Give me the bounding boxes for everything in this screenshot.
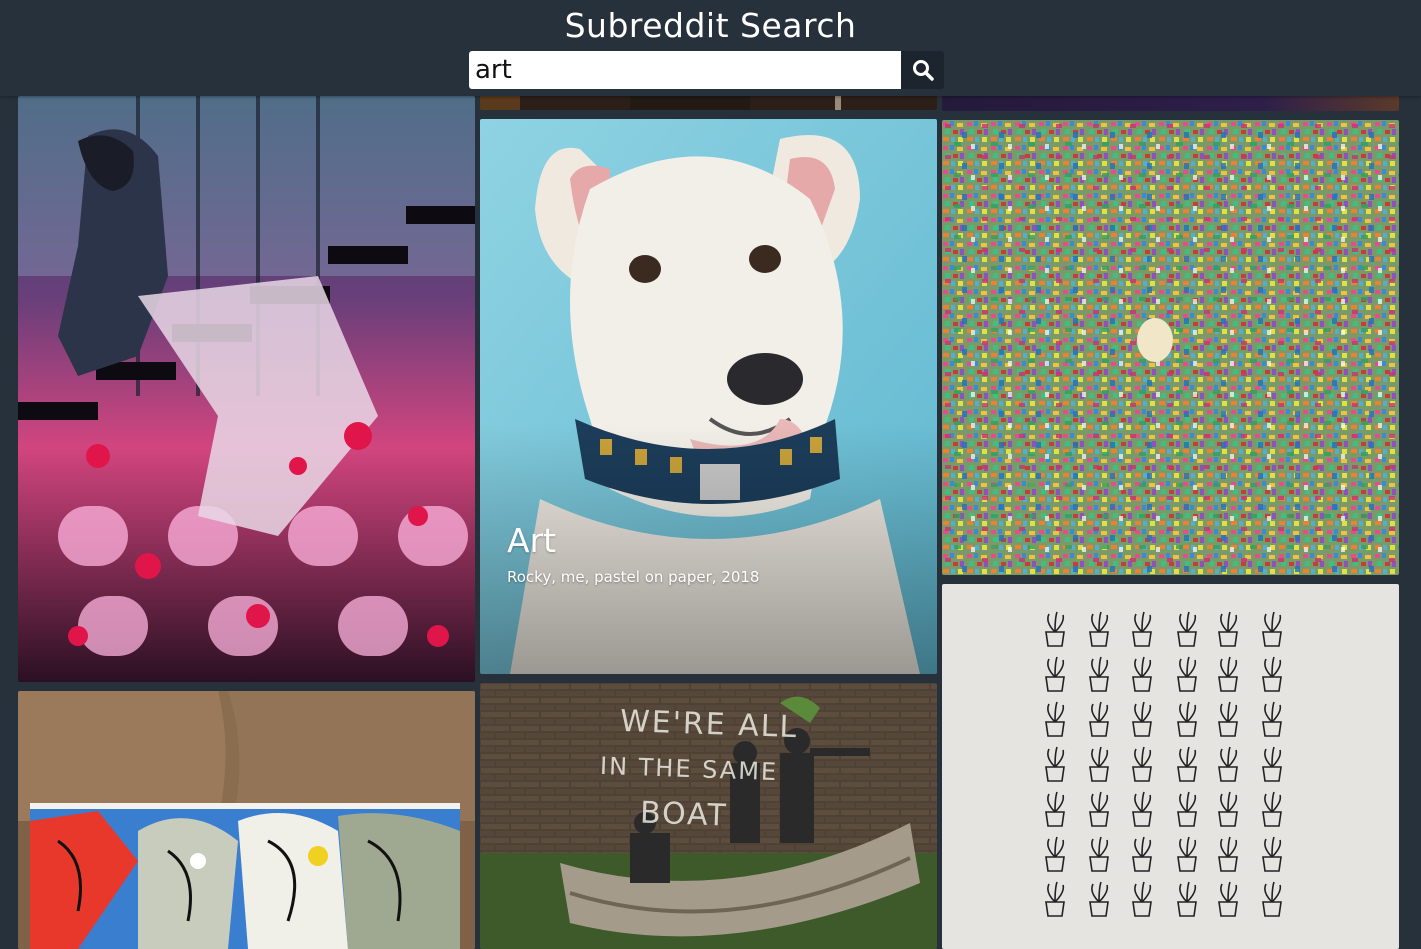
post-card-plants-grid[interactable]: [942, 584, 1399, 949]
page-title: Subreddit Search: [564, 6, 857, 45]
post-card-confetti-crowd[interactable]: [942, 120, 1399, 575]
post-card-mural-boat[interactable]: WE'RE ALL IN THE SAME BOAT: [480, 683, 937, 949]
post-card-anime-staircase[interactable]: [18, 96, 475, 682]
search-icon: [912, 59, 934, 81]
mural-text-line-1: WE'RE ALL: [619, 703, 799, 746]
post-card-dog-pastel[interactable]: Art Rocky, me, pastel on paper, 2018: [480, 119, 937, 674]
header: Subreddit Search: [0, 0, 1421, 96]
search-button[interactable]: [901, 51, 944, 89]
post-caption: Rocky, me, pastel on paper, 2018: [507, 568, 760, 586]
mural-text-line-3: BOAT: [639, 795, 729, 834]
post-card-couch-painting[interactable]: [18, 691, 475, 949]
search-input[interactable]: [469, 51, 901, 89]
post-subreddit-title: Art: [507, 521, 557, 560]
